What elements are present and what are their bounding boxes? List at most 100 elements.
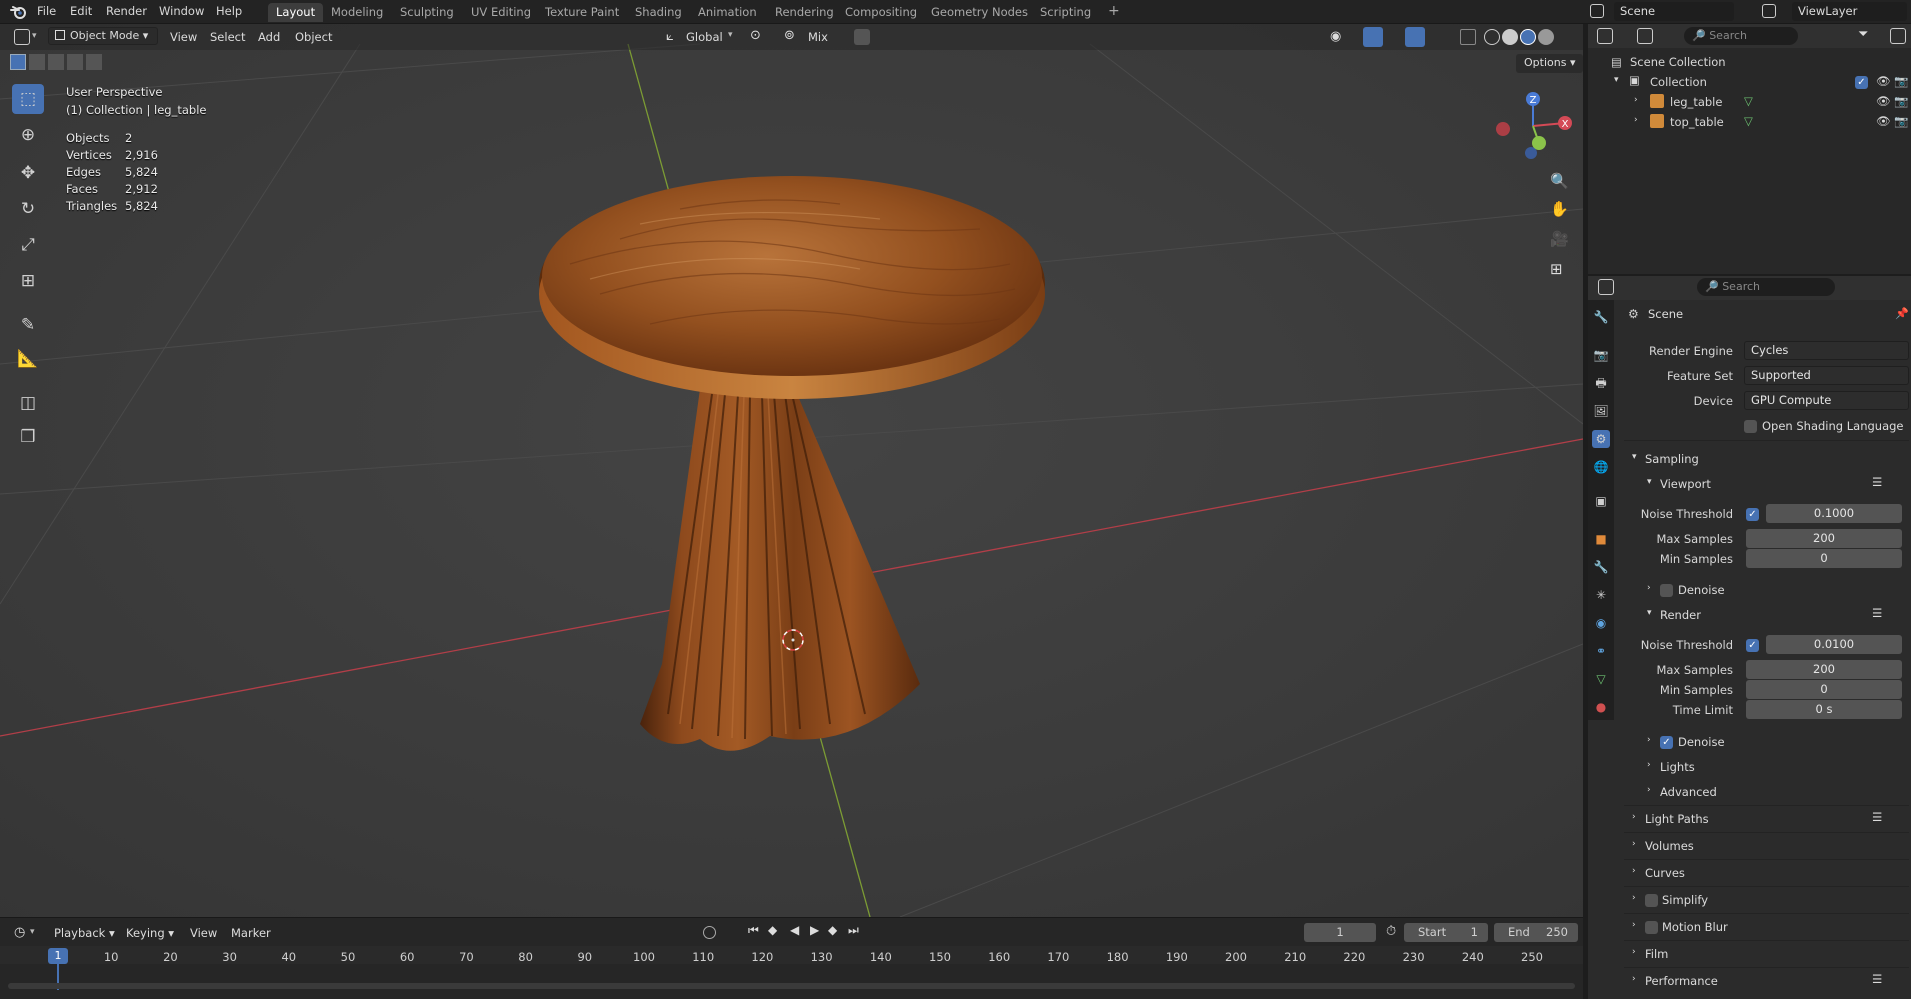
pan-hand-icon[interactable]: ✋	[1550, 200, 1569, 218]
stopwatch-icon[interactable]: ⏱	[1386, 924, 1396, 939]
section-curves[interactable]: Curves	[1645, 866, 1685, 880]
gizmo-toggle-icon[interactable]	[1363, 27, 1383, 47]
particles-tab-icon[interactable]: ✳	[1592, 586, 1610, 604]
render-tab-icon[interactable]: 📷	[1592, 346, 1610, 364]
vp-max-samples-field[interactable]: 200	[1746, 529, 1902, 548]
r-noise-threshold-checkbox[interactable]: ✓	[1746, 639, 1759, 652]
collection-label[interactable]: Collection	[1650, 75, 1707, 89]
tab-layout[interactable]: Layout	[268, 3, 324, 22]
properties-editor-icon[interactable]	[1598, 279, 1614, 295]
menu-marker[interactable]: Marker	[231, 926, 271, 940]
wireframe-shading-icon[interactable]	[1484, 29, 1500, 45]
tab-modeling[interactable]: Modeling	[323, 3, 391, 22]
select-mode-intersect-icon[interactable]	[86, 54, 102, 70]
tab-compositing[interactable]: Compositing	[837, 3, 925, 22]
camera-render-icon[interactable]: 📷	[1894, 74, 1908, 88]
end-frame-field[interactable]: End 250	[1494, 923, 1578, 942]
menu-playback[interactable]: Playback ▾	[54, 926, 115, 940]
tab-uv-editing[interactable]: UV Editing	[463, 3, 539, 22]
editor-type-icon[interactable]	[14, 29, 30, 45]
scene-collection-label[interactable]: Scene Collection	[1630, 55, 1726, 69]
section-film[interactable]: Film	[1645, 947, 1668, 961]
properties-search-input[interactable]: 🔎 Search	[1697, 278, 1835, 296]
menu-view[interactable]: View	[166, 29, 201, 47]
new-collection-icon[interactable]	[1890, 28, 1906, 44]
device-select[interactable]: GPU Compute	[1744, 391, 1909, 410]
presets-list-icon[interactable]: ☰	[1872, 810, 1882, 824]
constraints-tab-icon[interactable]: ⚭	[1592, 642, 1610, 660]
select-mode-invert-icon[interactable]	[67, 54, 83, 70]
eye-icon[interactable]: 👁	[1876, 74, 1891, 88]
timeline-editor-icon[interactable]: ◷	[14, 925, 25, 940]
transform-tool-icon[interactable]: ⊞	[12, 266, 44, 296]
chevron-right-icon[interactable]: ›	[1634, 95, 1638, 105]
r-max-samples-field[interactable]: 200	[1746, 660, 1902, 679]
menu-window[interactable]: Window	[159, 4, 204, 18]
3d-viewport[interactable]	[0, 24, 1583, 917]
section-sampling[interactable]: Sampling	[1645, 452, 1699, 466]
solid-shading-icon[interactable]	[1502, 29, 1518, 45]
select-mode-new-icon[interactable]	[10, 54, 26, 70]
view-layer-tab-icon[interactable]: 🖼	[1592, 402, 1610, 420]
physics-tab-icon[interactable]: ◉	[1592, 614, 1610, 632]
eye-icon[interactable]: 👁	[1876, 114, 1891, 128]
playhead[interactable]: 1	[48, 948, 68, 964]
select-box-icon[interactable]: ⬚	[12, 84, 44, 114]
menu-edit[interactable]: Edit	[70, 4, 92, 18]
transform-orientation-icon[interactable]: ⟀	[666, 29, 674, 44]
chevron-right-icon[interactable]: ›	[1632, 866, 1636, 876]
chevron-right-icon[interactable]: ›	[1632, 812, 1636, 822]
tab-geometry-nodes[interactable]: Geometry Nodes	[923, 3, 1036, 22]
r-denoise-checkbox[interactable]: ✓	[1660, 736, 1673, 749]
navigation-gizmo[interactable]: Z X	[1488, 86, 1578, 166]
outliner-editor-icon[interactable]	[1597, 28, 1613, 44]
jump-end-icon[interactable]: ⏭	[848, 923, 859, 938]
subsection-viewport[interactable]: Viewport	[1660, 477, 1711, 491]
jump-start-icon[interactable]: ⏮	[748, 923, 759, 938]
tool-tab-icon[interactable]: 🔧	[1592, 308, 1610, 326]
subsection-lights[interactable]: Lights	[1660, 760, 1695, 774]
collection-tab-icon[interactable]: ▣	[1592, 492, 1610, 510]
timeline-scrollbar[interactable]	[8, 983, 1575, 989]
xray-toggle-icon[interactable]	[1460, 29, 1476, 45]
vp-denoise-checkbox[interactable]	[1660, 584, 1673, 597]
scene-selector[interactable]: Scene	[1614, 2, 1734, 21]
presets-list-icon[interactable]: ☰	[1872, 972, 1882, 986]
output-tab-icon[interactable]: 🖶	[1592, 374, 1610, 392]
zoom-icon[interactable]: 🔍	[1550, 172, 1569, 190]
section-volumes[interactable]: Volumes	[1645, 839, 1694, 853]
outliner-search-input[interactable]: 🔎 Search	[1684, 27, 1798, 45]
chevron-down-icon[interactable]: ▾	[1647, 608, 1652, 618]
motion-blur-checkbox[interactable]	[1645, 921, 1658, 934]
mode-selector[interactable]: Object Mode ▾	[48, 27, 158, 45]
chevron-down-icon[interactable]: ▾	[1632, 452, 1637, 462]
camera-render-icon[interactable]: 📷	[1894, 114, 1908, 128]
camera-view-icon[interactable]: 🎥	[1550, 230, 1569, 248]
auto-keying-icon[interactable]	[703, 926, 716, 939]
subsection-advanced[interactable]: Advanced	[1660, 785, 1717, 799]
subsection-render[interactable]: Render	[1660, 608, 1701, 622]
chevron-down-icon[interactable]: ▾	[32, 31, 37, 41]
menu-file[interactable]: File	[37, 4, 56, 18]
measure-tool-icon[interactable]: 📐	[12, 344, 44, 374]
blender-logo-icon[interactable]	[10, 4, 26, 20]
select-mode-subtract-icon[interactable]	[48, 54, 64, 70]
vp-denoise-label[interactable]: Denoise	[1678, 583, 1725, 597]
menu-select[interactable]: Select	[206, 29, 249, 47]
rotate-tool-icon[interactable]: ↻	[12, 194, 44, 224]
play-reverse-icon[interactable]: ◀	[790, 923, 799, 937]
add-workspace-button[interactable]: +	[1100, 1, 1128, 20]
cursor-tool-icon[interactable]: ⊕	[12, 120, 44, 150]
tab-animation[interactable]: Animation	[690, 3, 765, 22]
tab-scripting[interactable]: Scripting	[1032, 3, 1099, 22]
simplify-checkbox[interactable]	[1645, 894, 1658, 907]
chevron-down-icon[interactable]: ▾	[728, 30, 733, 40]
rendered-shading-icon[interactable]	[1538, 29, 1554, 45]
start-frame-field[interactable]: Start 1	[1404, 923, 1488, 942]
object-tab-icon[interactable]: ■	[1592, 530, 1610, 548]
chevron-right-icon[interactable]: ›	[1632, 974, 1636, 984]
osl-checkbox[interactable]	[1744, 420, 1757, 433]
r-min-samples-field[interactable]: 0	[1746, 680, 1902, 699]
select-mode-extend-icon[interactable]	[29, 54, 45, 70]
display-mode-icon[interactable]	[1637, 28, 1653, 44]
